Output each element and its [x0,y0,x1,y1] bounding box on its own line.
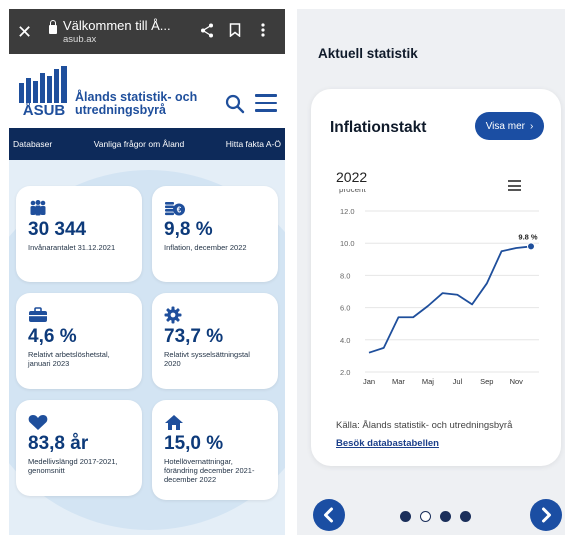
share-icon[interactable] [193,23,221,41]
pager-dot[interactable] [420,511,431,522]
svg-text:€: € [177,206,182,215]
show-more-button[interactable]: Visa mer › [475,112,544,140]
stat-label: Relativt arbetslöshetstal, januari 2023 [28,350,110,368]
stat-label: Hotellövernattningar, förändring decembe… [164,457,255,484]
x-tick-label: Mar [392,377,405,386]
x-tick-label: Jul [453,377,463,386]
site-header: ÅSUB Ålands statistik- och utredningsbyr… [9,54,285,128]
database-table-link[interactable]: Besök databastabellen [336,438,439,449]
x-tick-label: Sep [480,377,493,386]
stat-label: Medellivslängd 2017-2021, genomsnitt [28,457,118,475]
right-phone-screen: Aktuell statistik Inflationstakt Visa me… [297,9,565,535]
address-bar[interactable]: Välkommen till Å... asub.ax [49,18,193,46]
inflation-card: Inflationstakt Visa mer › 2022 procent 2.… [311,89,561,466]
main-nav: Databaser Vanliga frågor om Åland Hitta … [9,128,285,160]
pager-dot[interactable] [440,511,451,522]
chevron-left-icon [324,507,333,523]
org-name-line-2: utredningsbyrå [75,103,166,117]
section-title: Aktuell statistik [318,46,418,61]
chevron-right-icon [542,507,551,523]
close-tab-icon[interactable]: ✕ [17,23,39,41]
nav-item-facts[interactable]: Hitta fakta A-Ö [226,139,281,149]
asub-logo[interactable]: ÅSUB [17,65,71,117]
y-axis-title: procent [339,189,366,194]
nav-item-faq[interactable]: Vanliga frågor om Åland [94,139,185,149]
chart-year: 2022 [336,169,368,185]
carousel-prev-button[interactable] [313,499,345,531]
coins-icon: € [164,199,266,217]
x-tick-label: Maj [422,377,434,386]
bookmark-icon[interactable] [221,23,249,40]
inflation-line-chart: procent 2.0 4.0 6.0 8.0 10.0 12.0 Jan Mar Maj Jul S… [339,189,539,386]
stat-card-population[interactable]: 30 344 Invånarantalet 31.12.2021 [16,186,142,282]
card-title: Inflationstakt [330,119,427,136]
stat-label: Inflation, december 2022 [164,243,247,252]
more-menu-icon[interactable] [249,23,277,40]
house-icon [164,413,266,431]
chevron-right-icon: › [529,120,534,132]
browser-toolbar: ✕ Välkommen till Å... asub.ax [9,9,285,54]
stat-value: 9,8 % [164,219,213,240]
source-text: Källa: Ålands statistik- och utredningsb… [336,420,513,431]
people-icon [28,199,130,217]
x-tick-label: Jan [363,377,375,386]
y-tick-label: 10.0 [340,239,355,248]
page-url: asub.ax [63,33,97,45]
carousel-next-button[interactable] [530,499,562,531]
data-point [527,242,535,251]
pager-dot[interactable] [400,511,411,522]
stat-card-hotel-nights[interactable]: 15,0 % Hotellövernattningar, förändring … [152,400,278,500]
y-tick-label: 12.0 [340,207,355,216]
show-more-label: Visa mer [485,120,525,132]
stat-value: 30 344 [28,219,87,240]
heart-icon [28,413,130,431]
briefcase-icon [28,306,130,324]
stat-card-inflation[interactable]: € 9,8 % Inflation, december 2022 [152,186,278,282]
data-label: 9.8 % [518,232,538,241]
stat-card-employment[interactable]: 73,7 % Relativt sysselsättningstal 2020 [152,293,278,389]
y-tick-label: 4.0 [340,336,350,345]
carousel-pager [400,511,471,522]
gear-icon [164,306,266,324]
stats-cards-section: 30 344 Invånarantalet 31.12.2021 € 9,8 %… [9,160,285,535]
org-name: Ålands statistik- och utredningsbyrå [75,91,197,117]
x-tick-label: Nov [510,377,524,386]
y-tick-label: 8.0 [340,271,350,280]
y-tick-label: 6.0 [340,304,350,313]
stat-label: Invånarantalet 31.12.2021 [28,243,116,252]
stat-value: 83,8 år [28,433,89,454]
hamburger-menu-icon[interactable] [255,94,277,117]
stat-label: Relativt sysselsättningstal 2020 [164,350,250,368]
stat-value: 4,6 % [28,326,77,347]
nav-item-databaser[interactable]: Databaser [13,139,52,149]
search-icon[interactable] [225,94,245,119]
stat-card-life-expectancy[interactable]: 83,8 år Medellivslängd 2017-2021, genoms… [16,400,142,496]
series-line [368,245,532,354]
stat-value: 15,0 % [164,433,224,454]
lock-icon [49,19,57,34]
pager-dot[interactable] [460,511,471,522]
stat-value: 73,7 % [164,326,224,347]
y-tick-label: 2.0 [340,368,350,377]
stat-card-unemployment[interactable]: 4,6 % Relativt arbetslöshetstal, januari… [16,293,142,389]
left-phone-screen: ✕ Välkommen till Å... asub.ax ÅSUB Åland… [9,9,285,535]
page-title: Välkommen till Å... [63,17,171,33]
logo-wordmark: ÅSUB [23,102,66,117]
